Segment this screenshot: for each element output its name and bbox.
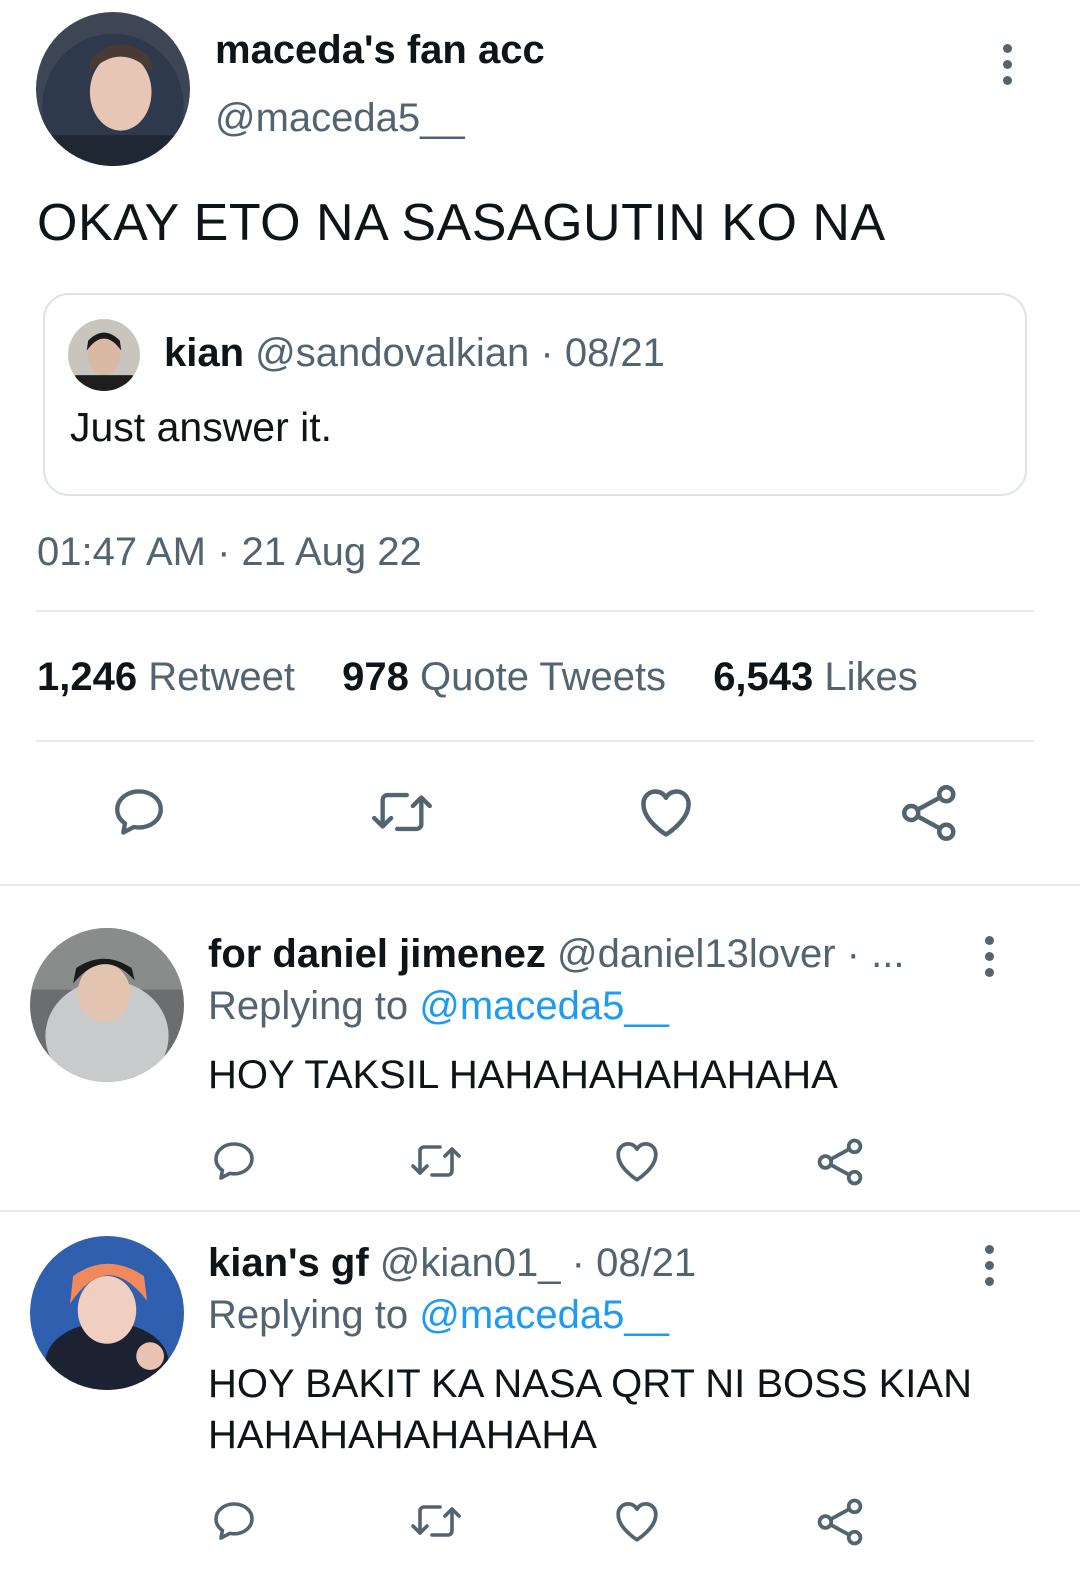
like-button[interactable] bbox=[612, 1498, 662, 1544]
tweet-timestamp: 01:47 AM · 21 Aug 22 bbox=[37, 530, 422, 574]
like-icon bbox=[641, 789, 691, 837]
reply-avatar[interactable] bbox=[30, 1236, 184, 1390]
more-options-icon[interactable] bbox=[998, 44, 1016, 88]
replying-to-mention[interactable]: @maceda5__ bbox=[419, 984, 669, 1028]
retweet-button[interactable] bbox=[408, 1497, 464, 1545]
retweet-icon bbox=[411, 1145, 461, 1177]
reply-author-line: for daniel jimenez @daniel13lover · ... bbox=[208, 932, 904, 977]
replying-to-line: Replying to @maceda5__ bbox=[208, 984, 669, 1029]
reply-text: HOY TAKSIL HAHAHAHAHAHAHA bbox=[208, 1053, 838, 1097]
retweet-label: Retweet bbox=[148, 655, 295, 699]
author-name[interactable]: maceda's fan acc bbox=[215, 28, 545, 73]
share-button[interactable] bbox=[900, 783, 960, 843]
author-avatar-image bbox=[36, 12, 190, 166]
quoted-author-meta: @sandovalkian · 08/21 bbox=[255, 331, 665, 375]
reply-icon bbox=[214, 1502, 254, 1540]
quoted-tweet-text: Just answer it. bbox=[70, 404, 333, 450]
like-button[interactable] bbox=[636, 784, 696, 840]
quoted-avatar-image bbox=[68, 319, 140, 391]
retweet-icon bbox=[372, 792, 432, 832]
replying-to-mention[interactable]: @maceda5__ bbox=[419, 1293, 669, 1337]
reply-button[interactable] bbox=[110, 783, 168, 841]
like-icon bbox=[616, 1142, 658, 1182]
section-divider bbox=[0, 884, 1080, 886]
replying-to-label: Replying to bbox=[208, 984, 420, 1028]
share-icon bbox=[817, 1138, 863, 1186]
tweet-stats: 1,246 Retweet 978 Quote Tweets 6,543 Lik… bbox=[37, 655, 954, 700]
reply-more-options-icon[interactable] bbox=[980, 936, 998, 980]
share-button[interactable] bbox=[816, 1137, 866, 1187]
divider bbox=[36, 610, 1034, 612]
reply-author-meta: @kian01_ · 08/21 bbox=[379, 1241, 697, 1285]
reply-author-name[interactable]: kian's gf bbox=[208, 1241, 369, 1285]
reply-button[interactable] bbox=[210, 1137, 258, 1185]
quoted-author-avatar[interactable] bbox=[68, 319, 140, 391]
retweet-button[interactable] bbox=[408, 1137, 464, 1185]
share-button[interactable] bbox=[816, 1497, 866, 1547]
reply-button[interactable] bbox=[210, 1497, 258, 1545]
author-avatar[interactable] bbox=[36, 12, 190, 166]
reply-author-meta: @daniel13lover · ... bbox=[556, 932, 905, 976]
reply-icon bbox=[115, 789, 163, 835]
quote-tweets-stat[interactable]: 978 Quote Tweets bbox=[342, 655, 666, 700]
retweet-button[interactable] bbox=[368, 783, 436, 841]
reply-avatar-image bbox=[30, 1236, 184, 1390]
share-icon bbox=[902, 785, 956, 842]
reply-text: HOY BAKIT KA NASA QRT NI BOSS KIAN HAHAH… bbox=[208, 1362, 972, 1457]
retweet-stat[interactable]: 1,246 Retweet bbox=[37, 655, 295, 700]
reply-author-line: kian's gf @kian01_ · 08/21 bbox=[208, 1241, 696, 1286]
quoted-author-name: kian bbox=[164, 331, 245, 375]
replying-to-label: Replying to bbox=[208, 1293, 420, 1337]
author-handle[interactable]: @maceda5__ bbox=[215, 96, 465, 141]
quoted-tweet-card[interactable] bbox=[43, 293, 1027, 496]
likes-label: Likes bbox=[824, 655, 918, 699]
like-button[interactable] bbox=[612, 1138, 662, 1184]
retweet-icon bbox=[411, 1505, 461, 1537]
likes-count: 6,543 bbox=[713, 655, 814, 699]
reply-more-options-icon[interactable] bbox=[980, 1245, 998, 1289]
reply-avatar-image bbox=[30, 928, 184, 1082]
reply-avatar[interactable] bbox=[30, 928, 184, 1082]
section-divider bbox=[0, 1210, 1080, 1212]
tweet-text: OKAY ETO NA SASAGUTIN KO NA bbox=[37, 194, 886, 252]
reply-icon bbox=[214, 1142, 254, 1180]
like-icon bbox=[616, 1502, 658, 1542]
likes-stat[interactable]: 6,543 Likes bbox=[713, 655, 918, 700]
reply-author-name[interactable]: for daniel jimenez bbox=[208, 932, 546, 976]
quoted-author-line: kian @sandovalkian · 08/21 bbox=[164, 331, 665, 376]
replying-to-line: Replying to @maceda5__ bbox=[208, 1293, 669, 1338]
retweet-count: 1,246 bbox=[37, 655, 138, 699]
quote-tweets-count: 978 bbox=[342, 655, 409, 699]
divider bbox=[36, 740, 1034, 742]
quote-tweets-label: Quote Tweets bbox=[419, 655, 667, 699]
share-icon bbox=[817, 1498, 863, 1546]
